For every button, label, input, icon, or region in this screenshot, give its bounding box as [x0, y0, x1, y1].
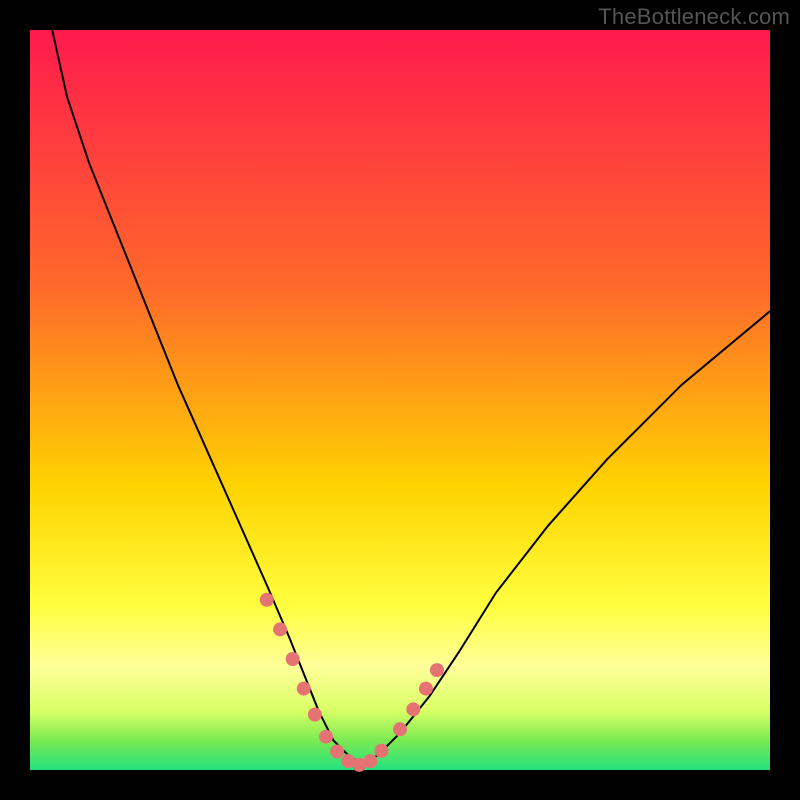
- highlight-dot: [297, 682, 311, 696]
- curve-layer: [30, 30, 770, 770]
- watermark-text: TheBottleneck.com: [598, 4, 790, 30]
- highlight-dot: [430, 663, 444, 677]
- highlight-dot: [308, 707, 322, 721]
- plot-area: [30, 30, 770, 770]
- highlight-dot: [330, 744, 344, 758]
- highlight-dot: [260, 593, 274, 607]
- highlight-dot: [273, 622, 287, 636]
- highlight-dot: [319, 730, 333, 744]
- highlight-dot: [393, 722, 407, 736]
- chart-stage: TheBottleneck.com: [0, 0, 800, 800]
- bottleneck-curve: [52, 30, 770, 765]
- highlight-dot: [374, 744, 388, 758]
- highlight-dot: [419, 682, 433, 696]
- highlight-dot: [286, 652, 300, 666]
- highlight-dots: [260, 593, 444, 772]
- highlight-dot: [406, 702, 420, 716]
- highlight-dot: [363, 754, 377, 768]
